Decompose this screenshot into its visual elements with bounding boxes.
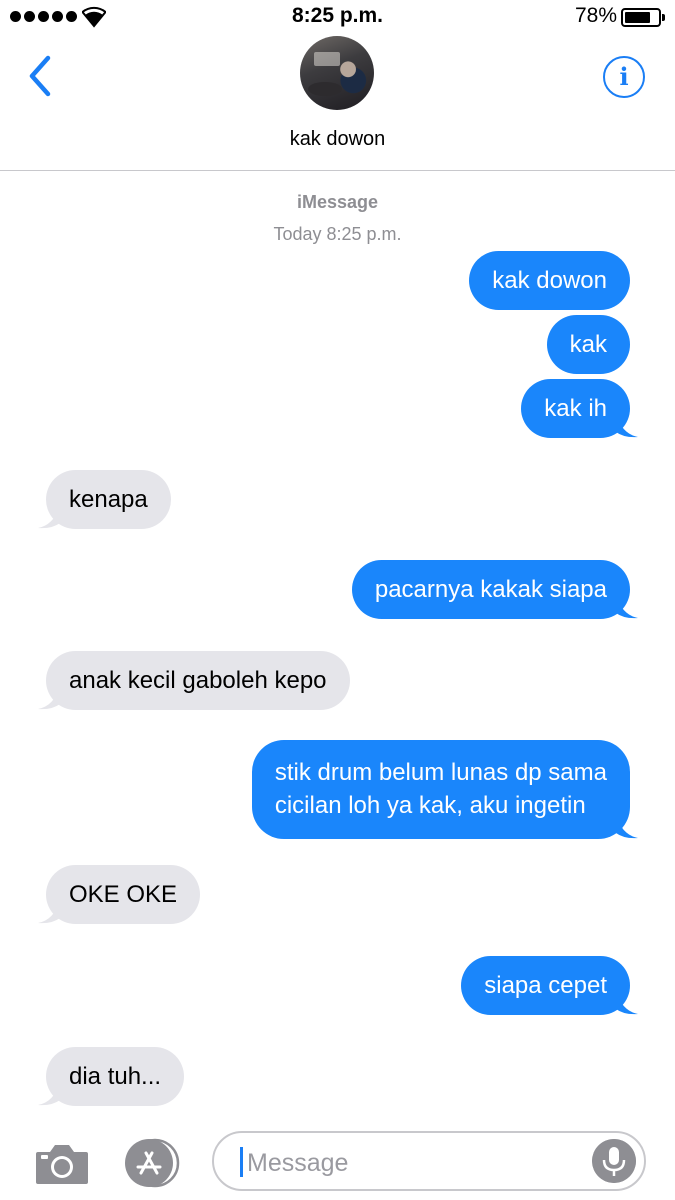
message-bubble-received[interactable]: OKE OKE [38,865,201,924]
microphone-button[interactable] [592,1139,636,1183]
message-bubble-sent[interactable]: kak dowon [469,251,630,310]
info-icon: i [619,62,629,91]
status-time: 8:25 p.m. [291,4,384,27]
status-bar: 8:25 p.m. 78% [0,0,675,36]
message-text: siapa cepet [484,972,607,999]
message-text: kenapa [69,486,148,513]
message-text: kak dowon [492,267,607,294]
message-bubble-received[interactable]: kenapa [38,470,171,529]
message-timestamp: Today 8:25 p.m. [273,224,402,244]
contact-name[interactable]: kak dowon [0,128,675,151]
info-button[interactable]: i [603,56,645,98]
message-bubble-received[interactable]: anak kecil gaboleh kepo [38,651,350,710]
message-bubble-sent[interactable]: kak ih [521,379,638,438]
contact-avatar[interactable] [300,36,374,110]
message-text: kak ih [544,395,607,422]
apps-button[interactable] [122,1138,180,1188]
messages-screen: 8:25 p.m. 78% kak dowon i iMessage Today… [0,0,675,1200]
message-bubble-sent[interactable]: stik drum belum lunas dp sama cicilan lo… [251,740,638,839]
camera-icon [36,1145,88,1184]
message-bubble-received[interactable]: dia tuh... [38,1047,185,1106]
message-text: dia tuh... [69,1063,162,1090]
message-input-bar: Message [0,1118,675,1200]
message-bubble-sent[interactable]: kak [546,315,630,374]
chevron-left-icon [29,55,51,97]
message-placeholder: Message [247,1149,349,1177]
message-text: OKE OKE [69,881,178,908]
camera-button[interactable] [34,1140,90,1186]
message-text: anak kecil gaboleh kepo [69,667,327,694]
conversation-header: kak dowon i [0,36,675,171]
service-label: iMessage [296,192,379,212]
back-button[interactable] [22,54,62,98]
text-cursor [240,1147,243,1177]
message-text: pacarnya kakak siapa [374,576,607,603]
message-text: kak [569,331,607,358]
message-text-line: cicilan loh ya kak, aku ingetin [274,792,586,819]
message-bubble-sent[interactable]: siapa cepet [461,956,638,1015]
message-bubble-sent[interactable]: pacarnya kakak siapa [351,560,638,619]
message-text-line: stik drum belum lunas dp sama [274,759,607,786]
battery-percentage: 78% [574,4,617,27]
battery-icon [621,8,665,27]
message-input[interactable]: Message [212,1131,646,1191]
